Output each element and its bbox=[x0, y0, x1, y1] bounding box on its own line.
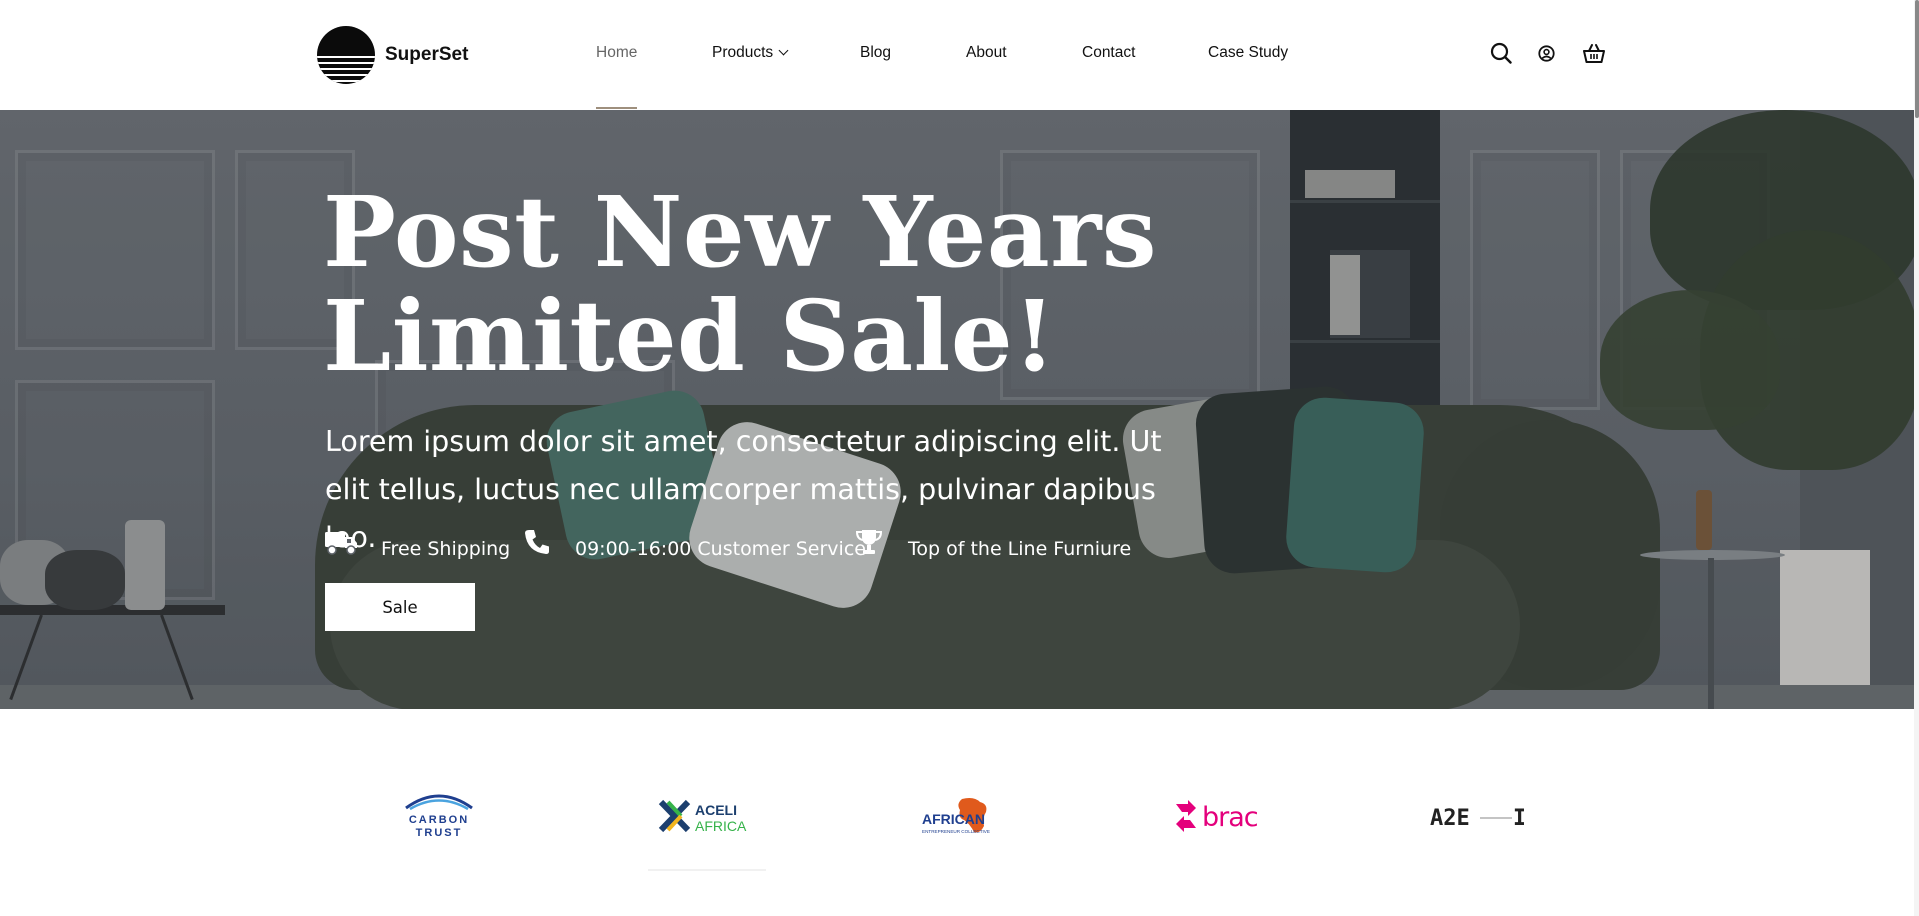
cart-basket-icon[interactable] bbox=[1583, 44, 1605, 63]
carbon-trust-mark-icon: CARBON TRUST bbox=[405, 794, 473, 838]
hero-title-line1: Post New Years bbox=[323, 175, 1157, 289]
a2e-logo[interactable]: A2E I bbox=[1430, 794, 1524, 838]
logo-carousel-indicator[interactable] bbox=[648, 869, 766, 871]
aceli-line2: AFRICA bbox=[695, 818, 747, 834]
nav-contact[interactable]: Contact bbox=[1082, 44, 1135, 62]
a2e-name: A2E bbox=[1430, 806, 1470, 831]
hero-title: Post New Years Limited Sale! bbox=[323, 180, 1223, 388]
feature-top-furniture: Top of the Line Furniure bbox=[908, 538, 1132, 560]
nav-case-study[interactable]: Case Study bbox=[1208, 44, 1288, 62]
nav-products[interactable]: Products bbox=[712, 44, 789, 62]
brac-logo[interactable]: brac bbox=[1172, 794, 1264, 838]
carbon-trust-line2: TRUST bbox=[416, 827, 463, 838]
nav-products-label: Products bbox=[712, 44, 774, 61]
account-icon[interactable] bbox=[1538, 45, 1555, 62]
carbon-trust-logo[interactable]: CARBON TRUST bbox=[400, 791, 478, 838]
brand-name: SuperSet bbox=[385, 44, 469, 65]
search-icon[interactable] bbox=[1490, 42, 1512, 64]
site-header: SuperSet Home Products Blog About Contac… bbox=[0, 0, 1919, 110]
page-scrollbar[interactable] bbox=[1914, 0, 1919, 916]
african-entrepreneur-collective-logo[interactable]: AFRICAN ENTREPRENEUR COLLECTIVE bbox=[922, 794, 1004, 838]
carbon-trust-line1: CARBON bbox=[409, 814, 469, 826]
brac-mark-icon: brac bbox=[1176, 800, 1259, 833]
a2e-mark-icon: A2E I bbox=[1430, 806, 1524, 831]
sale-button[interactable]: Sale bbox=[325, 583, 475, 631]
brac-name: brac bbox=[1202, 802, 1258, 833]
partner-logos-strip: CARBON TRUST ACELI AFRICA AFRICAN ENTREP… bbox=[0, 709, 1919, 916]
hero-banner: Post New Years Limited Sale! Lorem ipsum… bbox=[0, 110, 1919, 709]
a2e-suffix: I bbox=[1513, 806, 1524, 831]
aceli-africa-logo[interactable]: ACELI AFRICA bbox=[658, 794, 748, 838]
african-map-mark-icon: AFRICAN ENTREPRENEUR COLLECTIVE bbox=[922, 798, 990, 834]
phone-icon bbox=[525, 530, 549, 554]
scrollbar-thumb[interactable] bbox=[1915, 0, 1919, 118]
african-name: AFRICAN bbox=[922, 811, 985, 827]
brand-logo[interactable]: SuperSet bbox=[317, 26, 468, 84]
aceli-line1: ACELI bbox=[695, 802, 737, 818]
african-tagline: ENTREPRENEUR COLLECTIVE bbox=[922, 829, 990, 834]
aceli-africa-mark-icon: ACELI AFRICA bbox=[658, 799, 747, 834]
nav-about[interactable]: About bbox=[966, 44, 1007, 62]
feature-customer-service: 09:00-16:00 Customer Service bbox=[575, 538, 866, 560]
hero-title-line2: Limited Sale! bbox=[323, 279, 1057, 393]
truck-icon bbox=[325, 532, 357, 555]
trophy-icon bbox=[855, 530, 883, 554]
nav-blog[interactable]: Blog bbox=[860, 44, 891, 62]
chevron-down-icon bbox=[778, 45, 789, 56]
logo-mark-icon bbox=[317, 26, 375, 84]
nav-active-indicator bbox=[596, 107, 637, 109]
feature-free-shipping: Free Shipping bbox=[381, 538, 511, 560]
nav-home[interactable]: Home bbox=[596, 44, 637, 62]
